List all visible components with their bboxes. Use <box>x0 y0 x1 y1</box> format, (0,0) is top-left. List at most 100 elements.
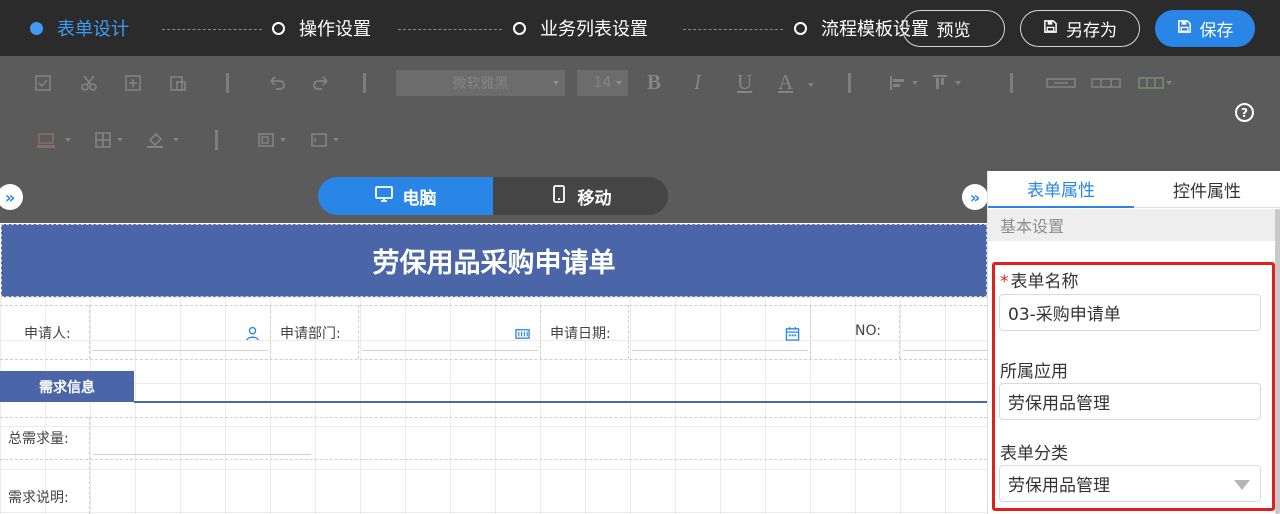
chevron-down-icon <box>1234 480 1250 490</box>
step-bar: 表单设计 操作设置 业务列表设置 流程模板设置 预览 另存为 保存 <box>0 0 1280 56</box>
form-name-input[interactable]: 03-采购申请单 <box>999 294 1261 331</box>
save-as-button[interactable]: 另存为 <box>1020 10 1140 47</box>
app-input[interactable]: 劳保用品管理 <box>999 383 1261 420</box>
desktop-tab[interactable]: 电脑 <box>318 177 493 215</box>
font-size-select[interactable]: 14 <box>577 70 628 96</box>
chevron-down-icon <box>912 81 918 85</box>
copy-icon[interactable] <box>123 73 143 93</box>
chevron-down-icon <box>65 138 71 142</box>
border-color-icon[interactable] <box>36 130 56 150</box>
save-as-icon <box>1043 19 1058 39</box>
date-label: 申请日期: <box>550 326 611 342</box>
step-dot-icon <box>513 21 526 35</box>
step-list-settings[interactable]: 业务列表设置 <box>513 0 648 56</box>
insert-control-icon[interactable] <box>309 130 329 150</box>
align-left-icon[interactable] <box>888 73 908 93</box>
chevron-down-icon <box>117 138 123 142</box>
monitor-icon <box>374 185 393 208</box>
step-action-settings[interactable]: 操作设置 <box>272 0 371 56</box>
cell-divider <box>899 305 900 359</box>
no-field[interactable] <box>903 316 987 351</box>
expand-right-icon[interactable]: » <box>962 184 987 210</box>
align-top-icon[interactable] <box>930 73 950 93</box>
fill-color-icon[interactable] <box>145 130 165 150</box>
device-toggle: 电脑 移动 <box>318 177 668 215</box>
font-family-select[interactable]: 微软雅黑 <box>396 70 565 96</box>
step-connector <box>162 29 262 30</box>
cut-icon[interactable] <box>79 73 99 93</box>
grid-icon[interactable] <box>93 130 113 150</box>
undo-icon[interactable] <box>267 73 287 93</box>
cell-divider <box>628 305 629 359</box>
chevron-down-icon <box>280 138 286 142</box>
app-label: 所属应用 <box>1000 362 1068 382</box>
chevron-down-icon <box>616 81 622 85</box>
save-button[interactable]: 保存 <box>1155 10 1255 47</box>
required-marker: * <box>1000 272 1009 292</box>
basic-settings-header[interactable]: 基本设置 <box>988 209 1280 241</box>
properties-panel: 表单属性 控件属性 基本设置 * 表单名称 03-采购申请单 所属应用 劳保用品管… <box>987 171 1280 514</box>
underline-button[interactable]: U <box>737 70 752 95</box>
mobile-label: 移动 <box>577 188 612 209</box>
table-style-icon[interactable] <box>1138 73 1168 93</box>
total-quantity-field[interactable] <box>93 420 311 455</box>
department-label: 申请部门: <box>280 326 341 342</box>
redo-icon[interactable] <box>311 73 331 93</box>
canvas-header: » 电脑 移动 » <box>0 171 987 223</box>
toolbar-separator <box>215 130 218 150</box>
step-form-design[interactable]: 表单设计 <box>30 0 129 56</box>
date-field[interactable] <box>632 316 808 351</box>
applicant-label: 申请人: <box>24 326 71 342</box>
tab-control-properties[interactable]: 控件属性 <box>1134 171 1280 208</box>
help-icon[interactable]: ? <box>1235 103 1254 122</box>
chevron-down-icon <box>333 138 339 142</box>
expand-left-icon[interactable]: » <box>0 184 23 210</box>
font-color-button[interactable]: A <box>778 70 793 95</box>
chevron-down-icon <box>955 81 961 85</box>
split-cells-icon[interactable] <box>1091 73 1121 93</box>
description-label: 需求说明: <box>8 490 69 506</box>
insert-field-icon[interactable] <box>256 130 276 150</box>
preview-label: 预览 <box>936 21 971 41</box>
panel-scrollbar[interactable] <box>1275 209 1280 514</box>
tab-form-properties[interactable]: 表单属性 <box>988 171 1134 208</box>
bold-button[interactable]: B <box>647 70 661 95</box>
editor-toolbar: 微软雅黑 14 B I U A ? <box>0 56 1280 171</box>
desktop-label: 电脑 <box>402 188 437 209</box>
category-select[interactable]: 劳保用品管理 <box>999 465 1261 502</box>
form-designer-window: 表单设计 操作设置 业务列表设置 流程模板设置 预览 另存为 保存 微软雅黑 1… <box>0 0 1280 514</box>
toolbar-separator <box>1010 73 1013 93</box>
section-divider <box>134 401 987 403</box>
font-size-value: 14 <box>593 75 612 91</box>
step-label: 表单设计 <box>57 19 129 40</box>
step-dot-icon <box>272 21 285 35</box>
user-icon <box>245 326 260 341</box>
chevron-down-icon <box>173 138 179 142</box>
step-dot-icon <box>794 21 807 35</box>
cell-divider <box>810 305 811 359</box>
form-title[interactable]: 劳保用品采购申请单 <box>1 224 987 297</box>
preview-button[interactable]: 预览 <box>902 10 1005 47</box>
row-divider <box>0 305 987 306</box>
calendar-icon <box>785 326 800 341</box>
section-title[interactable]: 需求信息 <box>0 371 134 402</box>
paste-icon[interactable] <box>168 73 188 93</box>
no-label: NO: <box>855 323 881 339</box>
department-field[interactable] <box>362 316 538 351</box>
save-label: 保存 <box>1199 21 1234 41</box>
toolbar-separator <box>848 73 851 93</box>
italic-button[interactable]: I <box>694 70 701 95</box>
form-name-label-text: 表单名称 <box>1010 272 1079 292</box>
cell-divider <box>270 305 271 359</box>
form-name-label: * 表单名称 <box>1000 267 1079 292</box>
toolbar-separator <box>226 73 229 93</box>
step-label: 业务列表设置 <box>540 19 648 40</box>
form-canvas: » 电脑 移动 » 劳保用品采购申请单 申请人: 申请部门: 申请日期: NO:… <box>0 171 987 514</box>
applicant-field[interactable] <box>92 316 268 351</box>
checkbox-icon[interactable] <box>33 73 53 93</box>
toolbar-separator <box>363 73 366 93</box>
description-field[interactable] <box>93 463 987 514</box>
mobile-tab[interactable]: 移动 <box>493 177 668 215</box>
merge-cells-icon[interactable] <box>1046 73 1076 93</box>
font-family-value: 微软雅黑 <box>452 76 509 92</box>
